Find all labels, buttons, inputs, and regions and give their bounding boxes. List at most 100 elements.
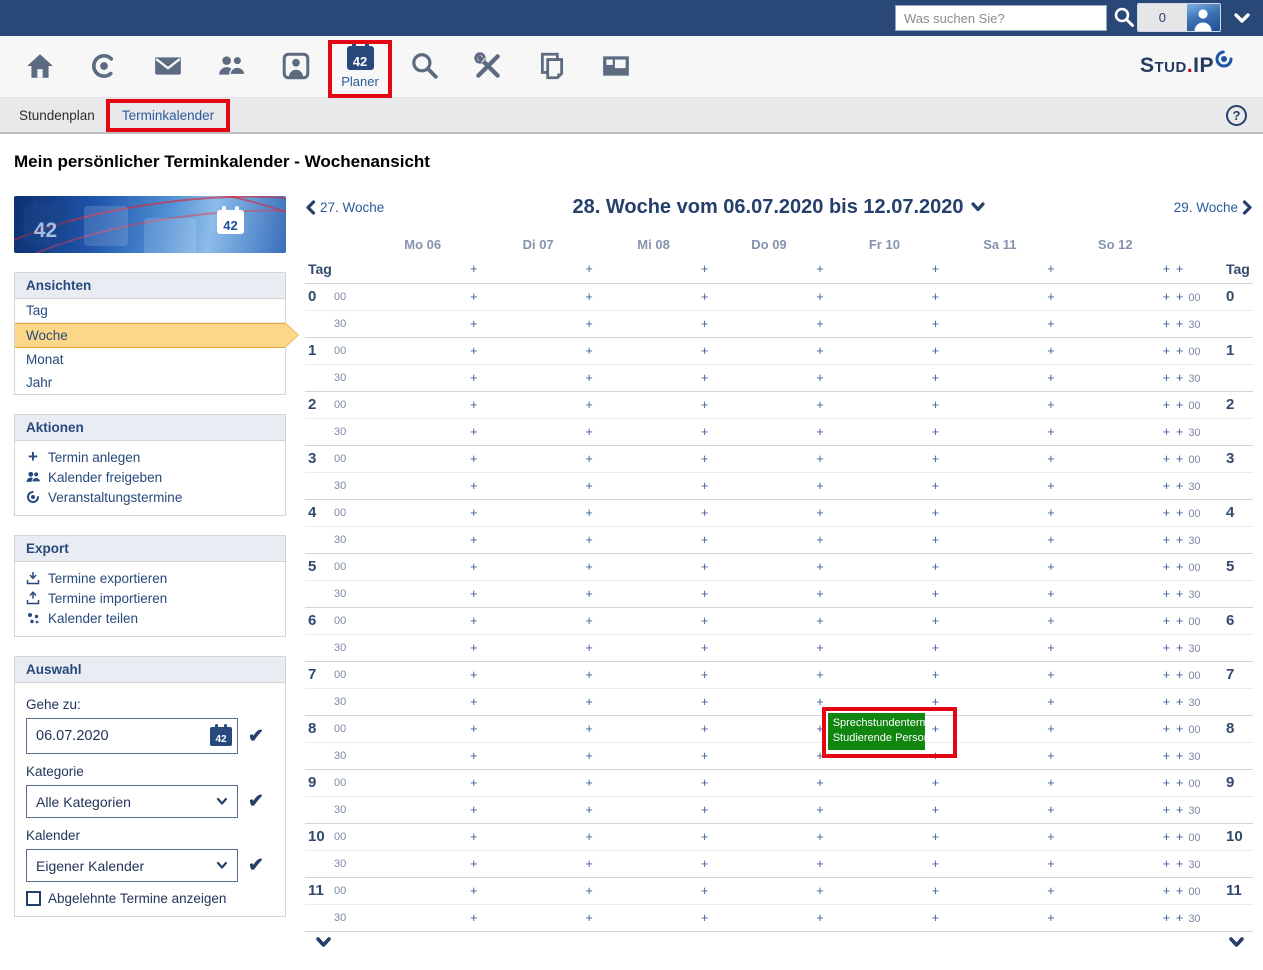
add-appointment-link[interactable]: + xyxy=(1176,452,1183,466)
add-appointment-link[interactable]: + xyxy=(816,641,823,655)
add-appointment-link[interactable]: + xyxy=(701,749,708,763)
scroll-down-left-icon[interactable] xyxy=(315,936,332,954)
add-appointment-link[interactable]: + xyxy=(1176,290,1183,304)
add-appointment-link[interactable]: + xyxy=(1176,479,1183,493)
add-appointment-link[interactable]: + xyxy=(1176,776,1183,790)
add-appointment-link[interactable]: + xyxy=(932,560,939,574)
add-appointment-link[interactable]: + xyxy=(586,290,593,304)
add-appointment-link[interactable]: + xyxy=(586,776,593,790)
add-appointment-link[interactable]: + xyxy=(1163,695,1170,709)
add-appointment-link[interactable]: + xyxy=(816,587,823,601)
sidebar-view-jahr[interactable]: Jahr xyxy=(15,371,285,394)
kalender-select[interactable]: Eigener Kalender xyxy=(26,849,238,882)
add-appointment-link[interactable]: + xyxy=(470,560,477,574)
tools-icon[interactable] xyxy=(456,36,520,97)
add-appointment-link[interactable]: + xyxy=(1163,262,1170,276)
add-appointment-link[interactable]: + xyxy=(701,452,708,466)
add-appointment-link[interactable]: + xyxy=(1047,884,1054,898)
add-appointment-link[interactable]: + xyxy=(470,425,477,439)
add-appointment-link[interactable]: + xyxy=(701,425,708,439)
add-appointment-link[interactable]: + xyxy=(1047,398,1054,412)
add-appointment-link[interactable]: + xyxy=(1047,803,1054,817)
add-appointment-link[interactable]: + xyxy=(701,722,708,736)
goto-date-input[interactable] xyxy=(26,718,238,754)
add-appointment-link[interactable]: + xyxy=(1047,614,1054,628)
add-appointment-link[interactable]: + xyxy=(1176,371,1183,385)
add-appointment-link[interactable]: + xyxy=(816,344,823,358)
add-appointment-link[interactable]: + xyxy=(1176,695,1183,709)
add-appointment-link[interactable]: + xyxy=(816,722,823,736)
add-appointment-link[interactable]: + xyxy=(470,668,477,682)
add-appointment-link[interactable]: + xyxy=(1176,722,1183,736)
add-appointment-link[interactable]: + xyxy=(701,776,708,790)
add-appointment-link[interactable]: + xyxy=(816,695,823,709)
add-appointment-link[interactable]: + xyxy=(816,479,823,493)
add-appointment-link[interactable]: + xyxy=(1047,722,1054,736)
add-appointment-link[interactable]: + xyxy=(470,371,477,385)
add-appointment-link[interactable]: + xyxy=(932,425,939,439)
add-appointment-link[interactable]: + xyxy=(701,290,708,304)
add-appointment-link[interactable]: + xyxy=(1176,641,1183,655)
action-kalender-freigeben[interactable]: Kalender freigeben xyxy=(15,467,285,487)
add-appointment-link[interactable]: + xyxy=(701,911,708,925)
add-appointment-link[interactable]: + xyxy=(1163,803,1170,817)
add-appointment-link[interactable]: + xyxy=(1163,317,1170,331)
add-appointment-link[interactable]: + xyxy=(586,884,593,898)
add-appointment-link[interactable]: + xyxy=(1047,830,1054,844)
add-appointment-link[interactable]: + xyxy=(470,398,477,412)
add-appointment-link[interactable]: + xyxy=(1047,317,1054,331)
add-appointment-link[interactable]: + xyxy=(586,506,593,520)
add-appointment-link[interactable]: + xyxy=(1163,641,1170,655)
add-appointment-link[interactable]: + xyxy=(701,317,708,331)
add-appointment-link[interactable]: + xyxy=(586,398,593,412)
add-appointment-link[interactable]: + xyxy=(701,344,708,358)
kategorie-apply-button[interactable]: ✔ xyxy=(248,792,264,811)
add-appointment-link[interactable]: + xyxy=(932,371,939,385)
scroll-down-right-icon[interactable] xyxy=(1228,936,1245,954)
add-appointment-link[interactable]: + xyxy=(586,749,593,763)
add-appointment-link[interactable]: + xyxy=(932,290,939,304)
export-termine-exportieren[interactable]: Termine exportieren xyxy=(15,568,285,588)
add-appointment-link[interactable]: + xyxy=(470,587,477,601)
add-appointment-link[interactable]: + xyxy=(816,884,823,898)
add-appointment-link[interactable]: + xyxy=(1047,425,1054,439)
add-appointment-link[interactable]: + xyxy=(1176,803,1183,817)
add-appointment-link[interactable]: + xyxy=(1163,830,1170,844)
add-appointment-link[interactable]: + xyxy=(816,560,823,574)
add-appointment-link[interactable]: + xyxy=(1047,479,1054,493)
tab-terminkalender[interactable]: Terminkalender xyxy=(109,98,228,132)
add-appointment-link[interactable]: + xyxy=(1176,614,1183,628)
add-appointment-link[interactable]: + xyxy=(1047,776,1054,790)
profile-icon[interactable] xyxy=(264,36,328,97)
add-appointment-link[interactable]: + xyxy=(1047,857,1054,871)
add-appointment-link[interactable]: + xyxy=(586,614,593,628)
add-appointment-link[interactable]: + xyxy=(470,262,477,276)
add-appointment-link[interactable]: + xyxy=(1047,695,1054,709)
planner-icon[interactable]: 42 Planer xyxy=(328,36,392,97)
sidebar-view-tag[interactable]: Tag xyxy=(15,299,285,323)
add-appointment-link[interactable]: + xyxy=(932,506,939,520)
add-appointment-link[interactable]: + xyxy=(816,398,823,412)
add-appointment-link[interactable]: + xyxy=(586,262,593,276)
add-appointment-link[interactable]: + xyxy=(470,911,477,925)
add-appointment-link[interactable]: + xyxy=(932,533,939,547)
add-appointment-link[interactable]: + xyxy=(470,290,477,304)
add-appointment-link[interactable]: + xyxy=(586,911,593,925)
add-appointment-link[interactable]: + xyxy=(1163,614,1170,628)
add-appointment-link[interactable]: + xyxy=(470,830,477,844)
add-appointment-link[interactable]: + xyxy=(470,452,477,466)
add-appointment-link[interactable]: + xyxy=(932,317,939,331)
export-kalender-teilen[interactable]: Kalender teilen xyxy=(15,608,285,628)
add-appointment-link[interactable]: + xyxy=(932,614,939,628)
add-appointment-link[interactable]: + xyxy=(1163,452,1170,466)
action-veranstaltungstermine[interactable]: Veranstaltungstermine xyxy=(15,487,285,507)
add-appointment-link[interactable]: + xyxy=(1163,884,1170,898)
add-appointment-link[interactable]: + xyxy=(932,398,939,412)
sidebar-view-woche[interactable]: Woche xyxy=(15,323,285,348)
add-appointment-link[interactable]: + xyxy=(470,317,477,331)
add-appointment-link[interactable]: + xyxy=(470,776,477,790)
add-appointment-link[interactable]: + xyxy=(586,533,593,547)
add-appointment-link[interactable]: + xyxy=(586,722,593,736)
add-appointment-link[interactable]: + xyxy=(816,452,823,466)
add-appointment-link[interactable]: + xyxy=(1163,776,1170,790)
